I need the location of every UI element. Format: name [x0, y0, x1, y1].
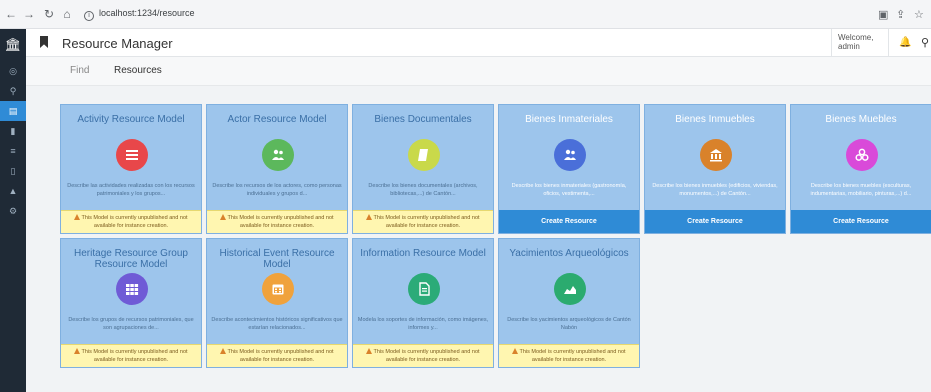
warning-text: This Model is currently unpublished and … [519, 349, 626, 363]
unpublished-warning: This Model is currently unpublished and … [207, 344, 347, 367]
header-divider [831, 29, 832, 57]
warning-text: This Model is currently unpublished and … [373, 215, 480, 229]
card-description: Modela los soportes de información, como… [357, 317, 489, 331]
resource-tabs: Find Resources [26, 57, 931, 86]
translate-icon[interactable]: ▣ [878, 8, 888, 21]
nav-globe-icon[interactable]: ◎ [0, 61, 26, 81]
card-description: Describe los bienes inmuebles (edificios… [652, 183, 778, 197]
create-resource-button[interactable]: Create Resource [499, 210, 639, 233]
warning-icon [74, 214, 81, 220]
card-title: Bienes Documentales [374, 114, 472, 125]
nav-user-icon[interactable]: ▲ [0, 181, 26, 201]
card-title: Yacimientos Arqueológicos [509, 248, 629, 259]
cubes-icon [846, 139, 878, 171]
unpublished-warning: This Model is currently unpublished and … [353, 344, 493, 367]
warning-text: This Model is currently unpublished and … [373, 349, 480, 363]
warning-text: This Model is currently unpublished and … [81, 215, 188, 229]
users-icon [262, 139, 294, 171]
card-bienes-muebles[interactable]: Bienes Muebles Describe los bienes muebl… [790, 104, 931, 234]
card-bienes-inmateriales[interactable]: Bienes Inmateriales Describe los bienes … [498, 104, 640, 234]
card-description: Describe los yacimientos arqueológicos d… [507, 317, 631, 331]
welcome-user[interactable]: Welcome, admin [838, 33, 873, 51]
nav-list-icon[interactable]: ≡ [0, 141, 26, 161]
tab-resources[interactable]: Resources [114, 65, 162, 76]
card-title: Bienes Inmuebles [675, 114, 755, 125]
card-title: Actor Resource Model [227, 114, 327, 125]
warning-icon [74, 348, 81, 354]
address-bar[interactable]: i localhost:1234/resource [84, 8, 195, 21]
warning-icon [220, 348, 227, 354]
grid-icon [116, 273, 148, 305]
left-nav-rail: 🏛 ◎ ⚲ ▤ ▮ ≡ ▯ ▲ ⚙ [0, 29, 26, 392]
card-description: Describe las actividades realizadas con … [67, 183, 195, 197]
warning-text: This Model is currently unpublished and … [81, 349, 188, 363]
app-header: Resource Manager Welcome, admin 🔔 ⚲ [26, 29, 931, 57]
card-yacimientos-arqueologicos[interactable]: Yacimientos Arqueológicos Describe los y… [498, 238, 640, 368]
card-title: Activity Resource Model [77, 114, 185, 125]
star-icon[interactable]: ☆ [914, 8, 924, 21]
card-heritage-resource-group[interactable]: Heritage Resource Group Resource Model D… [60, 238, 202, 368]
browser-toolbar: ← → ↻ ⌂ i localhost:1234/resource ▣ ⇪ ☆ [0, 0, 931, 29]
header-divider [888, 29, 889, 57]
warning-icon [366, 214, 373, 220]
area-chart-icon [554, 273, 586, 305]
unpublished-warning: This Model is currently unpublished and … [499, 344, 639, 367]
home-icon[interactable]: ⌂ [60, 7, 74, 21]
card-title: Information Resource Model [360, 248, 486, 259]
username: admin [838, 42, 860, 51]
card-bienes-documentales[interactable]: Bienes Documentales Describe los bienes … [352, 104, 494, 234]
card-information-resource-model[interactable]: Information Resource Model Modela los so… [352, 238, 494, 368]
forward-arrow-icon[interactable]: → [22, 7, 36, 21]
file-icon [408, 273, 440, 305]
tab-find[interactable]: Find [70, 65, 89, 76]
card-description: Describe los bienes inmateriales (gastro… [511, 183, 627, 197]
warning-icon [220, 214, 227, 220]
share-icon[interactable]: ⇪ [896, 8, 905, 21]
warning-icon [366, 348, 373, 354]
welcome-label: Welcome, [838, 33, 874, 42]
unpublished-warning: This Model is currently unpublished and … [61, 210, 201, 233]
users-icon [554, 139, 586, 171]
calendar-icon [262, 273, 294, 305]
create-resource-button[interactable]: Create Resource [645, 210, 785, 233]
card-title: Heritage Resource Group Resource Model [74, 248, 188, 270]
card-description: Describe los bienes documentales (archiv… [368, 183, 478, 197]
bell-icon[interactable]: 🔔 [899, 37, 911, 48]
page-title: Resource Manager [62, 36, 173, 51]
warning-text: This Model is currently unpublished and … [227, 349, 334, 363]
card-title: Bienes Muebles [825, 114, 897, 125]
back-arrow-icon[interactable]: ← [4, 7, 18, 21]
card-bienes-inmuebles[interactable]: Bienes Inmuebles Describe los bienes inm… [644, 104, 786, 234]
create-resource-button[interactable]: Create Resource [791, 210, 931, 233]
bank-icon [700, 139, 732, 171]
nav-search-icon[interactable]: ⚲ [0, 81, 26, 101]
card-activity-resource-model[interactable]: Activity Resource Model Describe las act… [60, 104, 202, 234]
url-text: localhost:1234/resource [99, 8, 195, 18]
unpublished-warning: This Model is currently unpublished and … [61, 344, 201, 367]
unpublished-warning: This Model is currently unpublished and … [353, 210, 493, 233]
nav-settings-icon[interactable]: ⚙ [0, 201, 26, 221]
document-icon [408, 139, 440, 171]
museum-logo-icon[interactable]: 🏛 [0, 33, 26, 57]
card-description: Describe los recursos de los actores, co… [212, 183, 342, 197]
bookmark-icon [40, 36, 48, 48]
unpublished-warning: This Model is currently unpublished and … [207, 210, 347, 233]
info-icon: i [84, 11, 94, 21]
card-description: Describe los bienes muebles (esculturas,… [810, 183, 912, 197]
reload-icon[interactable]: ↻ [42, 7, 56, 21]
card-description: Describe los grupos de recursos patrimon… [68, 317, 194, 331]
nav-bookmark-icon[interactable]: ▮ [0, 121, 26, 141]
card-actor-resource-model[interactable]: Actor Resource Model Describe los recurs… [206, 104, 348, 234]
nav-resources-icon[interactable]: ▤ [0, 101, 26, 121]
card-historical-event-resource-model[interactable]: Historical Event Resource Model Describe… [206, 238, 348, 368]
warning-text: This Model is currently unpublished and … [227, 215, 334, 229]
card-description: Describe acontecimientos históricos sign… [211, 317, 343, 331]
card-title: Bienes Inmateriales [525, 114, 613, 125]
search-icon[interactable]: ⚲ [921, 36, 929, 49]
nav-doc-icon[interactable]: ▯ [0, 161, 26, 181]
list-icon [116, 139, 148, 171]
card-title: Historical Event Resource Model [219, 248, 335, 270]
warning-icon [512, 348, 519, 354]
